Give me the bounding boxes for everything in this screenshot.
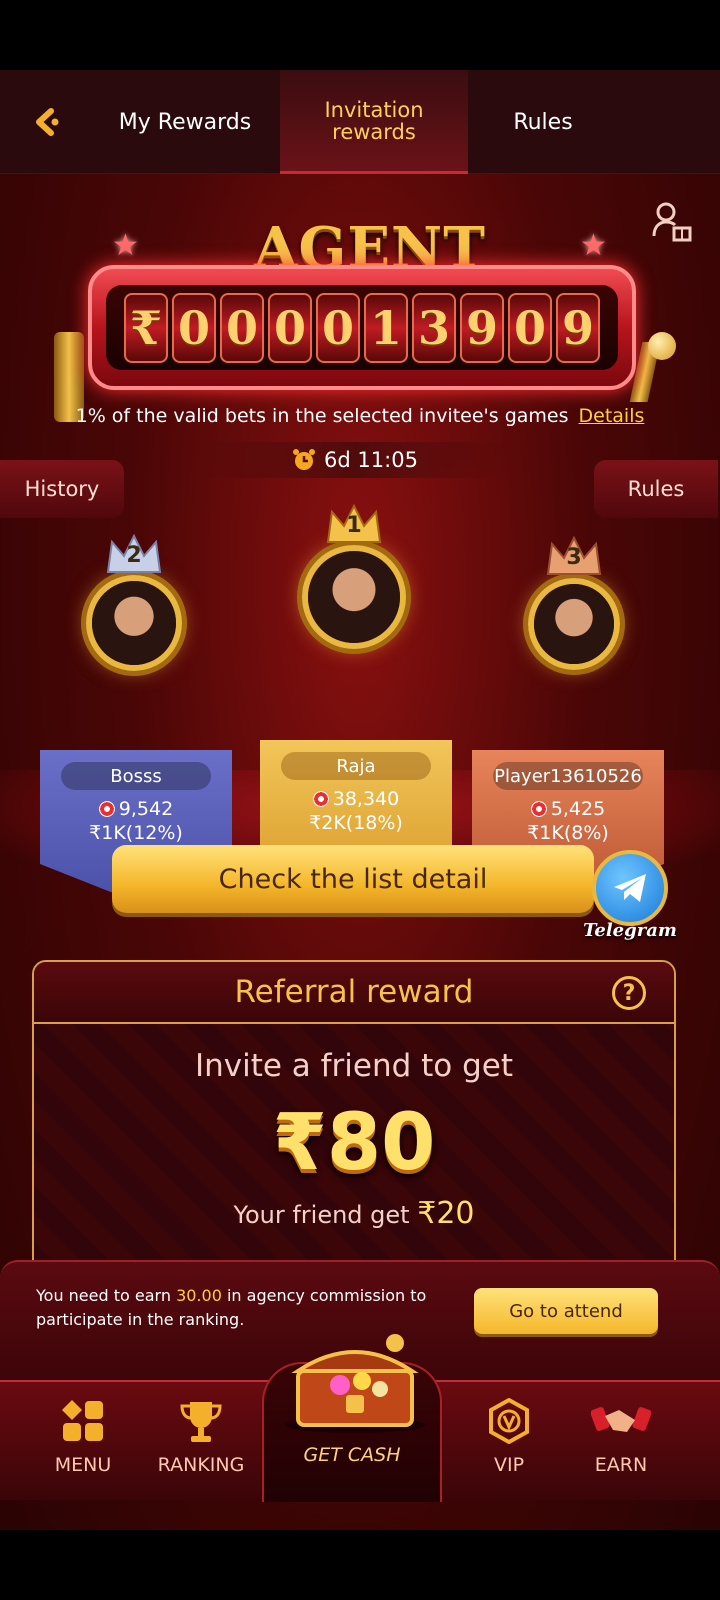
- telegram-icon: [592, 850, 668, 926]
- invite-text: Invite a friend to get: [194, 1048, 514, 1084]
- countdown-timer: 6d 11:05: [200, 442, 510, 478]
- crown-icon-rank-2: 2: [104, 532, 164, 576]
- jackpot-description-text: 1% of the valid bets in the selected inv…: [75, 405, 569, 427]
- crown-icon-rank-1: 1: [324, 502, 384, 546]
- lever-knob: [648, 332, 676, 360]
- nav-earn[interactable]: EARN: [566, 1398, 676, 1494]
- nav-label: RANKING: [157, 1454, 245, 1476]
- tab-my-rewards[interactable]: My Rewards: [100, 70, 270, 174]
- chip-icon: [98, 801, 115, 817]
- nav-get-cash[interactable]: GET CASH: [262, 1444, 442, 1466]
- jackpot-currency: ₹: [124, 292, 168, 363]
- referral-amount: ₹80: [272, 1098, 436, 1188]
- player-name: Bosss: [61, 762, 211, 790]
- avatar-rank-2[interactable]: [86, 575, 182, 671]
- back-button[interactable]: [24, 100, 68, 144]
- tab-rules[interactable]: Rules: [468, 70, 618, 174]
- player-reward: ₹2K(18%): [309, 812, 403, 834]
- jackpot-counter: ₹ 0 0 0 0 1 3 9 0 9: [88, 265, 636, 390]
- player-score: 38,340: [312, 788, 400, 810]
- notice-highlight: 30.00: [176, 1286, 222, 1305]
- player-reward: ₹1K(12%): [89, 822, 183, 844]
- details-link[interactable]: Details: [579, 405, 645, 427]
- check-list-detail-button[interactable]: Check the list detail: [112, 845, 594, 913]
- jackpot-digit: 9: [556, 292, 600, 363]
- jackpot-digit: 0: [508, 292, 552, 363]
- rank-number: 1: [346, 513, 362, 538]
- chip-icon: [530, 801, 547, 817]
- player-name: Player13610526: [493, 762, 643, 790]
- score-value: 5,425: [550, 798, 606, 820]
- nav-label: EARN: [594, 1454, 648, 1476]
- alarm-clock-icon: [293, 449, 316, 470]
- top-tab-bar: My Rewards Invitation rewards Rules: [0, 70, 720, 174]
- nav-vip[interactable]: VIP: [454, 1398, 564, 1494]
- jackpot-description: 1% of the valid bets in the selected inv…: [40, 405, 680, 427]
- telegram-button[interactable]: Telegram: [582, 850, 678, 946]
- trophy-icon: [180, 1402, 222, 1442]
- invite-gift-icon[interactable]: [650, 200, 694, 244]
- app-screen: My Rewards Invitation rewards Rules AGEN…: [0, 70, 720, 1530]
- friend-reward-label: Your friend get: [233, 1201, 410, 1229]
- nav-ranking[interactable]: RANKING: [146, 1398, 256, 1494]
- jackpot-digits: ₹ 0 0 0 0 1 3 9 0 9: [106, 285, 618, 370]
- rules-button[interactable]: Rules: [594, 460, 718, 518]
- nav-label: VIP: [493, 1454, 525, 1476]
- referral-header: Referral reward ?: [34, 962, 674, 1024]
- star-icon: ★: [580, 228, 607, 263]
- treasure-chest-icon[interactable]: [280, 1325, 430, 1435]
- telegram-label: Telegram: [583, 920, 677, 941]
- jackpot-digit: 9: [460, 292, 504, 363]
- jackpot-digit: 0: [268, 292, 312, 363]
- jackpot-digit: 3: [412, 292, 456, 363]
- handshake-icon: [591, 1407, 651, 1432]
- vip-badge-icon: [489, 1398, 529, 1444]
- chip-icon: [312, 791, 329, 807]
- avatar-rank-3[interactable]: [528, 578, 620, 670]
- score-value: 9,542: [118, 798, 174, 820]
- score-value: 38,340: [332, 788, 400, 810]
- jackpot-digit: 0: [172, 292, 216, 363]
- crown-icon-rank-3: 3: [544, 534, 604, 578]
- help-icon[interactable]: ?: [612, 976, 646, 1010]
- player-score: 5,425: [530, 798, 606, 820]
- star-icon: ★: [112, 228, 139, 263]
- jackpot-digit: 1: [364, 292, 408, 363]
- nav-menu[interactable]: MENU: [28, 1398, 138, 1494]
- avatar-rank-1[interactable]: [302, 545, 406, 649]
- friend-reward: Your friend get ₹20: [34, 1196, 674, 1231]
- referral-reward-card: Referral reward ? Invite a friend to get…: [32, 960, 676, 1300]
- jackpot-digit: 0: [220, 292, 264, 363]
- referral-title: Referral reward: [234, 974, 474, 1010]
- tab-invitation-rewards[interactable]: Invitation rewards: [280, 70, 468, 174]
- player-reward: ₹1K(8%): [527, 822, 609, 844]
- player-name: Raja: [281, 752, 431, 780]
- menu-icon: [62, 1400, 103, 1441]
- timer-text: 6d 11:05: [324, 448, 418, 472]
- nav-label: MENU: [54, 1454, 112, 1476]
- history-button[interactable]: History: [0, 460, 124, 518]
- back-arrow-icon: [36, 108, 59, 136]
- player-score: 9,542: [98, 798, 174, 820]
- jackpot-digit: 0: [316, 292, 360, 363]
- friend-reward-amount: ₹20: [417, 1196, 475, 1231]
- rank-number: 2: [126, 543, 142, 568]
- notice-text-before: You need to earn: [36, 1286, 177, 1305]
- go-to-attend-button[interactable]: Go to attend: [474, 1288, 658, 1334]
- rank-number: 3: [566, 545, 582, 570]
